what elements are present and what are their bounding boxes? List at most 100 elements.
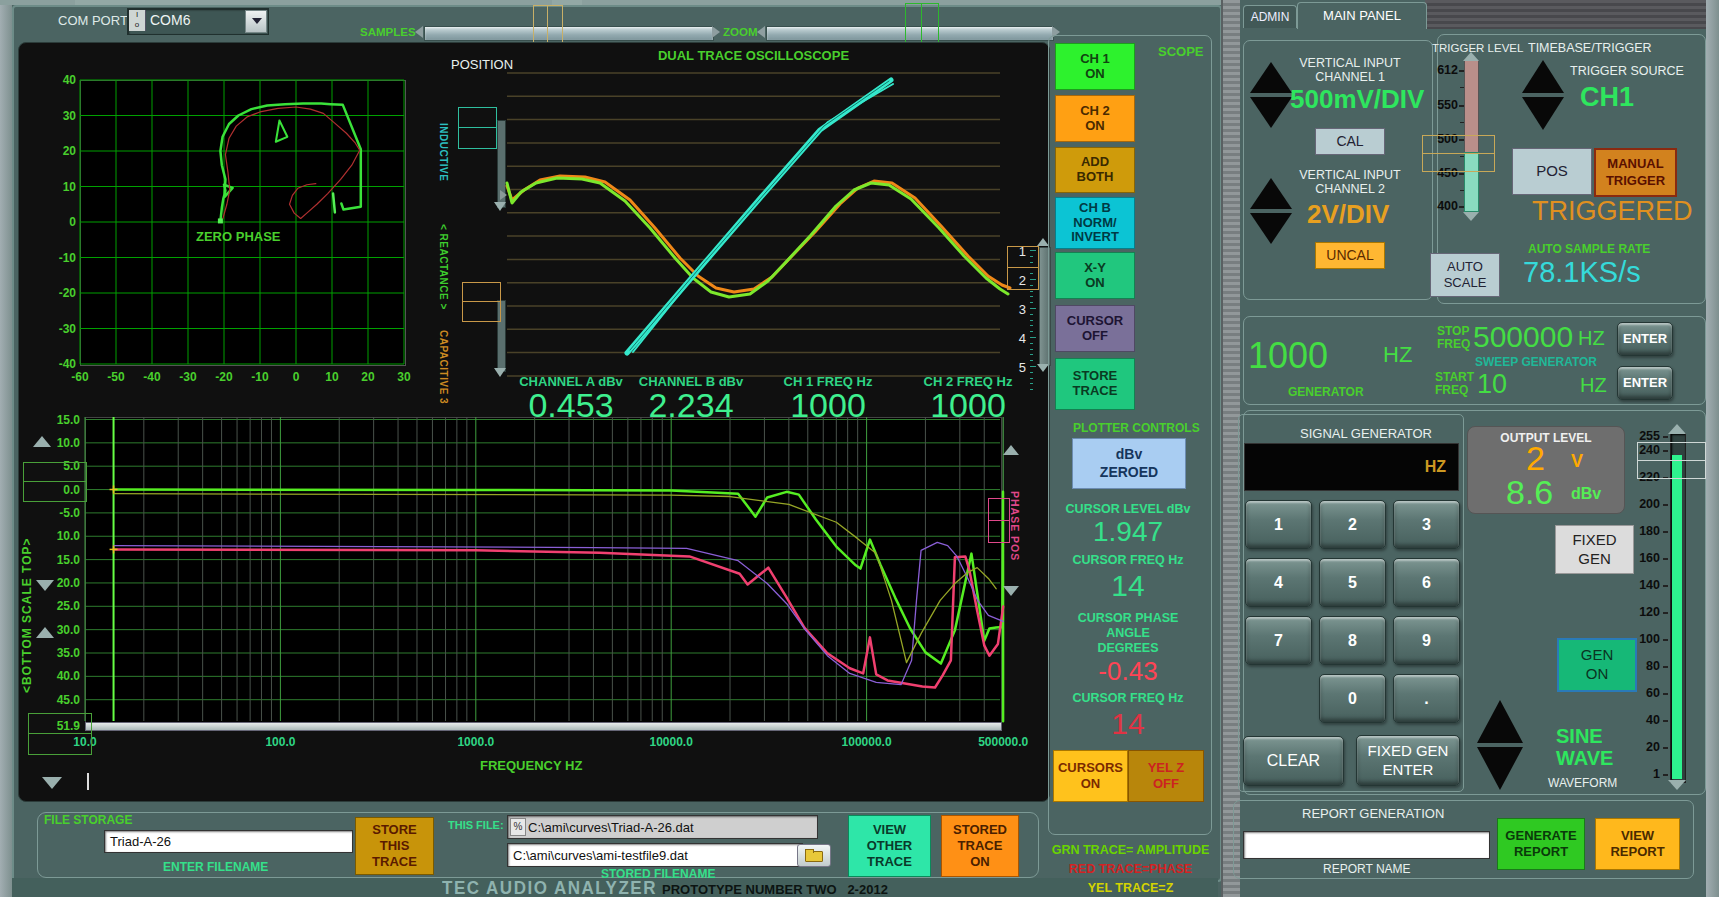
ch1-down-arrow[interactable] [1250, 97, 1292, 128]
dbv-zeroed-button[interactable]: dBv ZEROED [1072, 438, 1186, 489]
generator-hz: HZ [1383, 342, 1412, 368]
filename-input[interactable]: Triad-A-26 [104, 830, 353, 853]
level-slider-handle-arrow[interactable] [1668, 780, 1686, 790]
waveform-down-arrow[interactable] [1477, 747, 1523, 790]
freq-scale-down[interactable] [36, 580, 54, 591]
generate-report-button[interactable]: GENERATE REPORT [1497, 818, 1585, 870]
level-tick [1663, 693, 1668, 695]
scope-scale-handle[interactable] [1007, 246, 1039, 290]
trigger-tick-label: 550 [1432, 98, 1458, 112]
freq-hscrollbar[interactable] [85, 722, 1002, 731]
pos-button[interactable]: POS [1512, 148, 1592, 195]
level-tick [1663, 585, 1668, 587]
level-tick [1663, 504, 1668, 506]
freq-x-tick: 1000.0 [441, 735, 511, 749]
start-freq-label: START FREQ [1435, 371, 1467, 397]
freq-y-tick: 10.0 [46, 436, 80, 450]
key-0[interactable]: 0 [1319, 674, 1386, 723]
scope-button-ch-2[interactable]: CH 2 ON [1055, 95, 1135, 142]
yel-z-off-button[interactable]: YEL Z OFF [1128, 750, 1204, 802]
freq-top-scale-up[interactable] [33, 436, 51, 447]
key-7[interactable]: 7 [1245, 616, 1312, 665]
waveform-label: WAVEFORM [1548, 776, 1617, 790]
stored-file-input[interactable]: C:\ami\curves\ami-testfile9.dat [507, 843, 803, 867]
signal-gen-display[interactable]: HZ [1244, 443, 1459, 491]
com-port-dropdown[interactable]: Io COM6 [127, 8, 269, 35]
key-dot[interactable]: . [1393, 674, 1460, 723]
io-icon: Io [129, 10, 146, 31]
auto-scale-button[interactable]: AUTO SCALE [1430, 253, 1500, 297]
right-top-band [1425, 0, 1719, 29]
wave-value: SINE WAVE [1556, 725, 1613, 769]
store-this-trace-button[interactable]: STORE THIS TRACE [355, 817, 434, 875]
samples-slider-left-arrow[interactable] [415, 26, 423, 38]
key-9[interactable]: 9 [1393, 616, 1460, 665]
samples-slider[interactable] [424, 26, 714, 41]
scope-scale-tick [1030, 360, 1033, 361]
ch2-down-arrow[interactable] [1250, 213, 1292, 244]
key-6[interactable]: 6 [1393, 558, 1460, 607]
trigger-slider-up[interactable] [1463, 52, 1479, 61]
view-report-button[interactable]: VIEW REPORT [1595, 818, 1680, 870]
level-tick-label: 20 [1628, 740, 1660, 754]
stored-trace-on-button[interactable]: STORED TRACE ON [941, 815, 1019, 877]
sample-rate-label: AUTO SAMPLE RATE [1528, 242, 1650, 256]
freq-top-scale-box[interactable] [23, 462, 87, 502]
scope-button-add[interactable]: ADD BOTH [1055, 147, 1135, 193]
key-4[interactable]: 4 [1245, 558, 1312, 607]
inductive-label: INDUCTIVE [438, 123, 449, 181]
freq-bottom-scale-up[interactable] [36, 627, 54, 638]
trigger-slider-down[interactable] [1463, 212, 1479, 221]
scope-button-cursor[interactable]: CURSOR OFF [1055, 305, 1135, 352]
key-2[interactable]: 2 [1319, 500, 1386, 549]
scope-button-ch-1[interactable]: CH 1 ON [1055, 43, 1135, 90]
manual-trigger-button[interactable]: MANUAL TRIGGER [1594, 148, 1677, 197]
cal-button[interactable]: CAL [1315, 128, 1385, 155]
scope-button-store[interactable]: STORE TRACE [1055, 358, 1135, 410]
uncal-button[interactable]: UNCAL [1315, 242, 1385, 269]
level-handle[interactable] [1637, 442, 1706, 479]
report-header: REPORT GENERATION [1302, 806, 1444, 821]
ch2-up-arrow[interactable] [1250, 178, 1292, 209]
ch1-up-arrow[interactable] [1250, 62, 1292, 93]
cursors-on-button[interactable]: CURSORS ON [1053, 750, 1128, 802]
report-name-label: REPORT NAME [1323, 862, 1411, 876]
xy-y-tick: 0 [48, 215, 76, 229]
tab-main-panel[interactable]: MAIN PANEL [1297, 2, 1427, 29]
signal-generator-header: SIGNAL GENERATOR [1300, 426, 1432, 441]
zoom-slider-left-arrow[interactable] [757, 26, 765, 38]
scope-button-ch-b[interactable]: CH B NORM/ INVERT [1055, 197, 1135, 249]
fixed-gen-enter-button[interactable]: FIXED GEN ENTER [1356, 735, 1460, 786]
phase-pos-up[interactable] [1003, 445, 1019, 455]
freq-y-tick: 15.0 [46, 553, 80, 567]
timebase-down-arrow[interactable] [1522, 97, 1564, 130]
browse-button[interactable] [797, 844, 831, 867]
ch1-position-handle[interactable] [458, 107, 497, 149]
enter-start-button[interactable]: ENTER [1617, 366, 1673, 400]
key-1[interactable]: 1 [1245, 500, 1312, 549]
samples-slider-right-arrow[interactable] [712, 26, 720, 38]
key-5[interactable]: 5 [1319, 558, 1386, 607]
scope-button-x-y[interactable]: X-Y ON [1055, 252, 1135, 299]
view-other-trace-button[interactable]: VIEW OTHER TRACE [848, 815, 931, 877]
clear-button[interactable]: CLEAR [1243, 736, 1344, 786]
report-name-input[interactable] [1243, 831, 1490, 859]
fixed-gen-button[interactable]: FIXED GEN [1555, 525, 1634, 574]
this-file-input[interactable]: % C:\ami\curves\Triad-A-26.dat [507, 815, 818, 839]
level-slider-up[interactable] [1668, 424, 1686, 434]
trigger-source-value: CH1 [1580, 82, 1634, 113]
trigger-handle[interactable] [1422, 135, 1495, 172]
freq-bottom-down[interactable] [42, 777, 62, 789]
timebase-up-arrow[interactable] [1522, 60, 1564, 93]
phase-pos-down[interactable] [1003, 586, 1019, 596]
ch2-position-handle[interactable] [462, 282, 501, 322]
freq-bottom-scale-box[interactable] [28, 713, 92, 755]
waveform-up-arrow[interactable] [1477, 700, 1523, 743]
key-8[interactable]: 8 [1319, 616, 1386, 665]
right-edge-strip [1706, 0, 1719, 897]
key-3[interactable]: 3 [1393, 500, 1460, 549]
phase-pos-handle[interactable] [988, 498, 1010, 543]
enter-stop-button[interactable]: ENTER [1617, 322, 1673, 356]
tab-admin[interactable]: ADMIN [1243, 5, 1297, 28]
gen-on-button[interactable]: GEN ON [1557, 638, 1637, 692]
